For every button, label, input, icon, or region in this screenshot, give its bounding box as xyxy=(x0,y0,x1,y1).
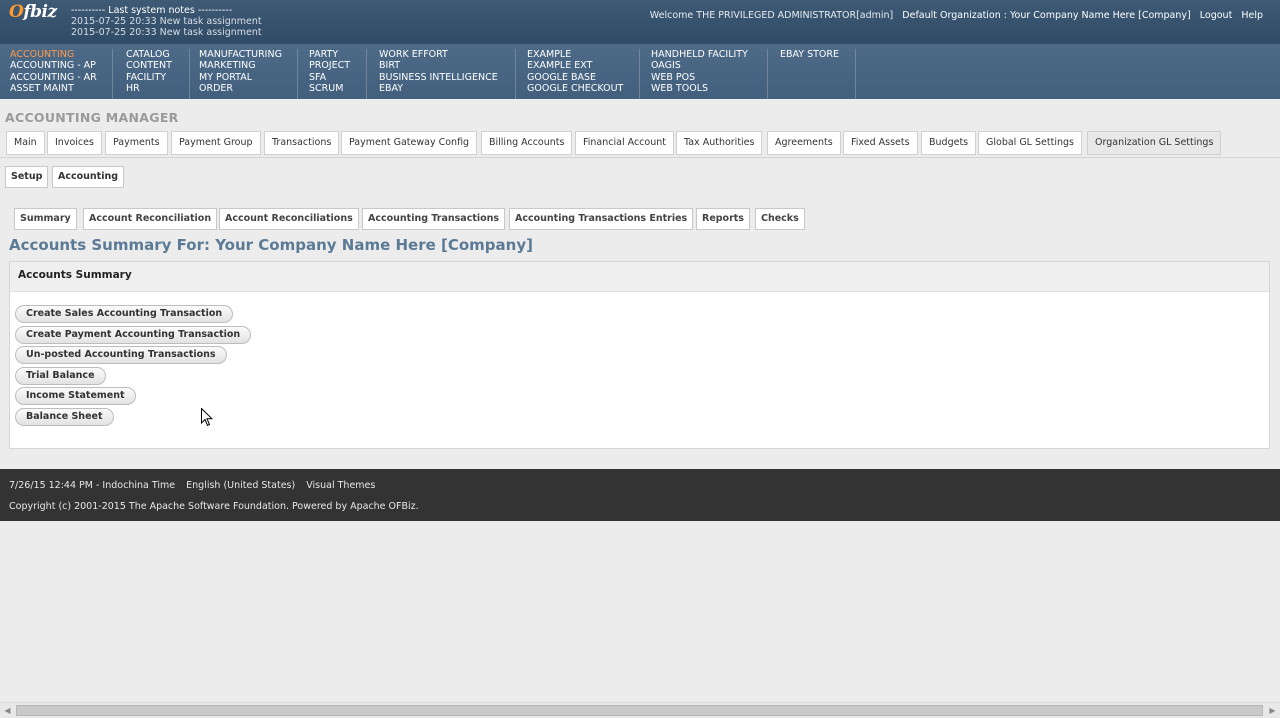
app-link-google-checkout[interactable]: GOOGLE CHECKOUT xyxy=(527,83,625,94)
tab-organization-gl-settings[interactable]: Organization GL Settings xyxy=(1087,131,1222,155)
app-link-ebay-store[interactable]: EBAY STORE xyxy=(780,49,841,60)
app-link-birt[interactable]: BIRT xyxy=(379,60,501,71)
app-column: MANUFACTURING MARKETING MY PORTAL ORDER xyxy=(199,49,298,99)
app-link-party[interactable]: PARTY xyxy=(309,49,352,60)
app-column: EXAMPLE EXAMPLE EXT GOOGLE BASE GOOGLE C… xyxy=(527,49,640,99)
app-link-asset-maint[interactable]: ASSET MAINT xyxy=(10,83,98,94)
tab-payments[interactable]: Payments xyxy=(105,131,168,155)
tab-payment-group[interactable]: Payment Group xyxy=(171,131,261,155)
app-link-business-intelligence[interactable]: BUSINESS INTELLIGENCE xyxy=(379,72,501,83)
note-item: 2015-07-25 20:33 New task assignment xyxy=(71,27,262,38)
menu-tab-summary[interactable]: Summary xyxy=(14,208,77,230)
menu-tab-account-reconciliations[interactable]: Account Reconciliations xyxy=(219,208,359,230)
app-link-accounting-ap[interactable]: ACCOUNTING - AP xyxy=(10,60,98,71)
app-link-content[interactable]: CONTENT xyxy=(126,60,175,71)
system-notes: ---------- Last system notes ---------- … xyxy=(71,5,262,38)
notes-heading: ---------- Last system notes ---------- xyxy=(71,5,233,16)
help-link[interactable]: Help xyxy=(1241,10,1263,21)
menu-tab-reports[interactable]: Reports xyxy=(696,208,750,230)
app-link-catalog[interactable]: CATALOG xyxy=(126,49,175,60)
welcome-text: Welcome THE PRIVILEGED ADMINISTRATOR[adm… xyxy=(649,10,894,21)
app-link-web-pos[interactable]: WEB POS xyxy=(651,72,753,83)
unposted-accounting-transactions-button[interactable]: Un-posted Accounting Transactions xyxy=(15,346,227,364)
tab-global-gl-settings[interactable]: Global GL Settings xyxy=(978,131,1082,155)
scroll-right-icon[interactable]: ▶ xyxy=(1265,703,1280,718)
tab-main[interactable]: Main xyxy=(6,131,45,155)
accounting-button[interactable]: Accounting xyxy=(52,166,125,188)
income-statement-button[interactable]: Income Statement xyxy=(15,387,136,405)
app-link-scrum[interactable]: SCRUM xyxy=(309,83,352,94)
setup-button[interactable]: Setup xyxy=(5,166,49,188)
footer-datetime[interactable]: 7/26/15 12:44 PM - Indochina Time xyxy=(9,480,175,491)
app-column: HANDHELD FACILITY OAGIS WEB POS WEB TOOL… xyxy=(651,49,768,99)
horizontal-scrollbar[interactable]: ◀ ▶ xyxy=(0,702,1280,718)
app-link-project[interactable]: PROJECT xyxy=(309,60,352,71)
app-column: ACCOUNTING ACCOUNTING - AP ACCOUNTING - … xyxy=(10,49,113,99)
organization-link[interactable]: Default Organization : Your Company Name… xyxy=(902,10,1190,21)
menu-tab-checks[interactable]: Checks xyxy=(755,208,805,230)
tab-invoices[interactable]: Invoices xyxy=(47,131,102,155)
app-link-example-ext[interactable]: EXAMPLE EXT xyxy=(527,60,625,71)
tab-fixed-assets[interactable]: Fixed Assets xyxy=(843,131,918,155)
app-link-ebay[interactable]: EBAY xyxy=(379,83,501,94)
tab-budgets[interactable]: Budgets xyxy=(921,131,977,155)
app-link-my-portal[interactable]: MY PORTAL xyxy=(199,72,283,83)
user-nav: Welcome THE PRIVILEGED ADMINISTRATOR[adm… xyxy=(644,10,1263,21)
app-link-hr[interactable]: HR xyxy=(126,83,175,94)
app-title: ACCOUNTING MANAGER xyxy=(5,110,179,125)
tab-payment-gateway-config[interactable]: Payment Gateway Config xyxy=(341,131,478,155)
tab-financial-account[interactable]: Financial Account xyxy=(575,131,674,155)
footer: 7/26/15 12:44 PM - Indochina Time Englis… xyxy=(0,469,1280,521)
app-link-work-effort[interactable]: WORK EFFORT xyxy=(379,49,501,60)
tab-agreements[interactable]: Agreements xyxy=(767,131,841,155)
app-column: CATALOG CONTENT FACILITY HR xyxy=(126,49,190,99)
app-link-handheld-facility[interactable]: HANDHELD FACILITY xyxy=(651,49,753,60)
app-link-example[interactable]: EXAMPLE xyxy=(527,49,625,60)
app-link-facility[interactable]: FACILITY xyxy=(126,72,175,83)
mouse-cursor-icon xyxy=(201,408,213,427)
scrollbar-thumb[interactable] xyxy=(16,705,1263,716)
panel-header: Accounts Summary xyxy=(10,262,1269,292)
tab-transactions[interactable]: Transactions xyxy=(264,131,340,155)
ofbiz-logo[interactable]: Ofbiz xyxy=(9,2,57,22)
logout-link[interactable]: Logout xyxy=(1200,10,1233,21)
page-title: Accounts Summary For: Your Company Name … xyxy=(9,236,533,254)
footer-language[interactable]: English (United States) xyxy=(186,480,295,491)
app-column: WORK EFFORT BIRT BUSINESS INTELLIGENCE E… xyxy=(379,49,516,99)
balance-sheet-button[interactable]: Balance Sheet xyxy=(15,408,114,426)
app-link-web-tools[interactable]: WEB TOOLS xyxy=(651,83,753,94)
trial-balance-button[interactable]: Trial Balance xyxy=(15,367,106,385)
app-link-accounting-ar[interactable]: ACCOUNTING - AR xyxy=(10,72,98,83)
application-bar: ACCOUNTING ACCOUNTING - AP ACCOUNTING - … xyxy=(0,44,1280,99)
menu-tab-account-reconciliation[interactable]: Account Reconciliation xyxy=(83,208,218,230)
tab-tax-authorities[interactable]: Tax Authorities xyxy=(676,131,763,155)
app-link-accounting[interactable]: ACCOUNTING xyxy=(10,49,98,60)
footer-visual-themes[interactable]: Visual Themes xyxy=(306,480,375,491)
menu-tab-accounting-transactions[interactable]: Accounting Transactions xyxy=(362,208,506,230)
create-payment-accounting-transaction-button[interactable]: Create Payment Accounting Transaction xyxy=(15,326,252,344)
app-column: PARTY PROJECT SFA SCRUM xyxy=(309,49,367,99)
app-link-marketing[interactable]: MARKETING xyxy=(199,60,283,71)
app-link-sfa[interactable]: SFA xyxy=(309,72,352,83)
note-item: 2015-07-25 20:33 New task assignment xyxy=(71,16,262,27)
app-link-order[interactable]: ORDER xyxy=(199,83,283,94)
app-link-google-base[interactable]: GOOGLE BASE xyxy=(527,72,625,83)
create-sales-accounting-transaction-button[interactable]: Create Sales Accounting Transaction xyxy=(15,305,234,323)
scroll-left-icon[interactable]: ◀ xyxy=(0,703,15,718)
header-bar: Ofbiz ---------- Last system notes -----… xyxy=(0,0,1280,44)
menu-tab-accounting-transactions-entries[interactable]: Accounting Transactions Entries xyxy=(509,208,694,230)
panel-title: Accounts Summary xyxy=(18,269,132,281)
tab-billing-accounts[interactable]: Billing Accounts xyxy=(481,131,573,155)
app-link-oagis[interactable]: OAGIS xyxy=(651,60,753,71)
accounts-summary-panel: Accounts Summary Create Sales Accounting… xyxy=(9,261,1270,449)
main-tab-bar: Main Invoices Payments Payment Group Tra… xyxy=(0,129,1280,158)
footer-info: 7/26/15 12:44 PM - Indochina Time Englis… xyxy=(9,480,383,491)
app-link-manufacturing[interactable]: MANUFACTURING xyxy=(199,49,283,60)
footer-copyright: Copyright (c) 2001-2015 The Apache Softw… xyxy=(9,501,419,512)
app-column: EBAY STORE xyxy=(780,49,856,99)
